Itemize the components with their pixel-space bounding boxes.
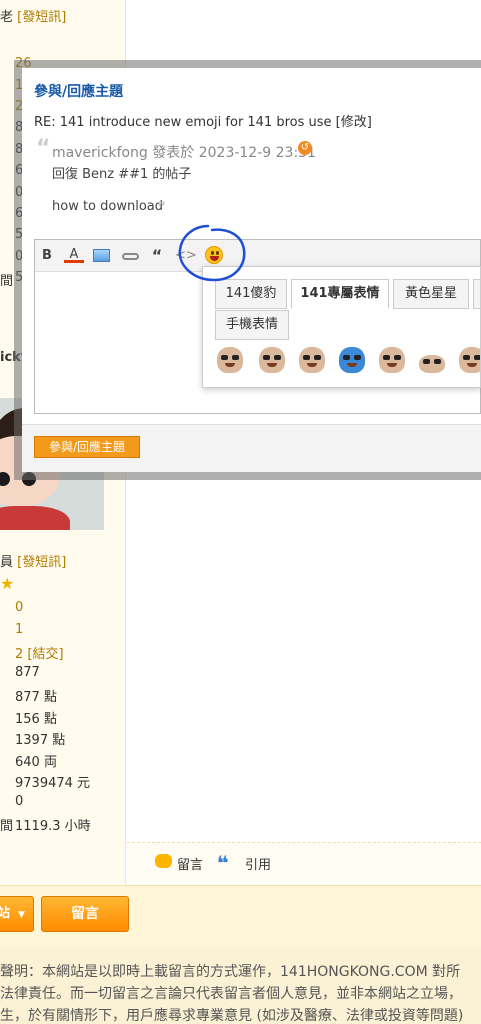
font-color-icon[interactable]: A	[64, 246, 84, 263]
chevron-down-icon: ▼	[18, 910, 25, 920]
comment-button[interactable]: 留言	[41, 896, 129, 932]
tab-yellow-stars[interactable]: 黃色星星	[393, 279, 469, 309]
emoji-item[interactable]	[379, 347, 405, 373]
stat-value: 2 [結交]	[15, 647, 64, 662]
post-action-bar: 留言 ❝ 引用	[127, 842, 481, 882]
quote-author-meta: maverickfong 發表於 2023-12-9 23:31	[52, 145, 316, 161]
disclaimer-line: 法律責任。而一切留言之言論只代表留言者個人意見，並非本網站之立場，	[0, 986, 462, 1002]
post-new-button[interactable]: 站 ▼	[0, 896, 34, 932]
online-time-label: 間	[0, 819, 14, 834]
user-title: 老 [發短訊]	[0, 10, 67, 25]
tab-141-exclusive[interactable]: 141專屬表情	[291, 279, 389, 309]
reply-subject: RE: 141 introduce new emoji for 141 bros…	[34, 115, 372, 130]
send-message-link[interactable]: [發短訊]	[17, 555, 66, 570]
comment-icon[interactable]	[155, 854, 172, 868]
quote-open-icon: “	[36, 136, 51, 161]
quote-text: how to download	[52, 199, 164, 214]
stat-value: 0	[15, 794, 24, 809]
user-rank: 員 [發短訊]	[0, 555, 67, 570]
annotation-circle	[178, 224, 246, 282]
emoji-item[interactable]	[259, 347, 285, 373]
stat-value: 9739474 元	[15, 776, 91, 791]
comment-link[interactable]: 留言	[177, 854, 203, 873]
send-message-link[interactable]: [發短訊]	[17, 10, 66, 25]
image-icon[interactable]	[91, 246, 111, 266]
quote-link[interactable]: 引用	[245, 854, 271, 873]
stat-value: 877 點	[15, 690, 57, 705]
star-icon: ★	[0, 574, 15, 593]
emoji-item[interactable]	[339, 347, 365, 373]
tab-mobile-emoji[interactable]: 手機表情	[215, 310, 289, 340]
emoji-item[interactable]	[217, 347, 243, 373]
submit-reply-button[interactable]: 參與/回應主題	[34, 436, 140, 458]
online-time-label: 間	[0, 274, 14, 289]
stat-value: 1119.3 小時	[15, 819, 91, 834]
reply-modal: 參與/回應主題 RE: 141 introduce new emoji for …	[22, 68, 481, 472]
stat-value: 877	[15, 665, 40, 680]
disclaimer-line: 生，於有關情形下，用戶應尋求專業意見 (如涉及醫療、法律或投資等問題)	[0, 1008, 464, 1024]
stat-value: 1	[15, 622, 24, 637]
modal-title: 參與/回應主題	[34, 84, 124, 100]
disclaimer-line: 聲明：本網站是以即時上載留言的方式運作，141HONGKONG.COM 對所	[0, 964, 461, 980]
add-friend-link[interactable]: [結交]	[27, 647, 63, 662]
bold-icon[interactable]: B	[37, 246, 57, 266]
emoji-item[interactable]	[299, 347, 325, 373]
stat-value: 156 點	[15, 712, 57, 727]
quote-text: 回復 Benz ##1 的帖子	[52, 167, 192, 182]
emoji-item[interactable]	[419, 355, 445, 373]
bottom-action-bar: 站 ▼ 留言	[0, 885, 481, 945]
tab-more[interactable]	[473, 279, 480, 309]
quote-close-icon: ”	[157, 200, 167, 216]
quote-icon[interactable]: “	[147, 246, 167, 266]
go-to-post-icon[interactable]: ↺	[298, 141, 312, 155]
emoji-item[interactable]	[459, 347, 480, 373]
stat-value: 1397 點	[15, 733, 66, 748]
stat-value: 0	[15, 600, 24, 615]
stat-value: 640 両	[15, 755, 57, 770]
quote-icon[interactable]: ❝	[217, 851, 229, 875]
disclaimer: 聲明：本網站是以即時上載留言的方式運作，141HONGKONG.COM 對所 法…	[0, 945, 481, 1024]
modal-footer: 參與/回應主題	[22, 424, 481, 472]
link-icon[interactable]	[120, 246, 140, 266]
